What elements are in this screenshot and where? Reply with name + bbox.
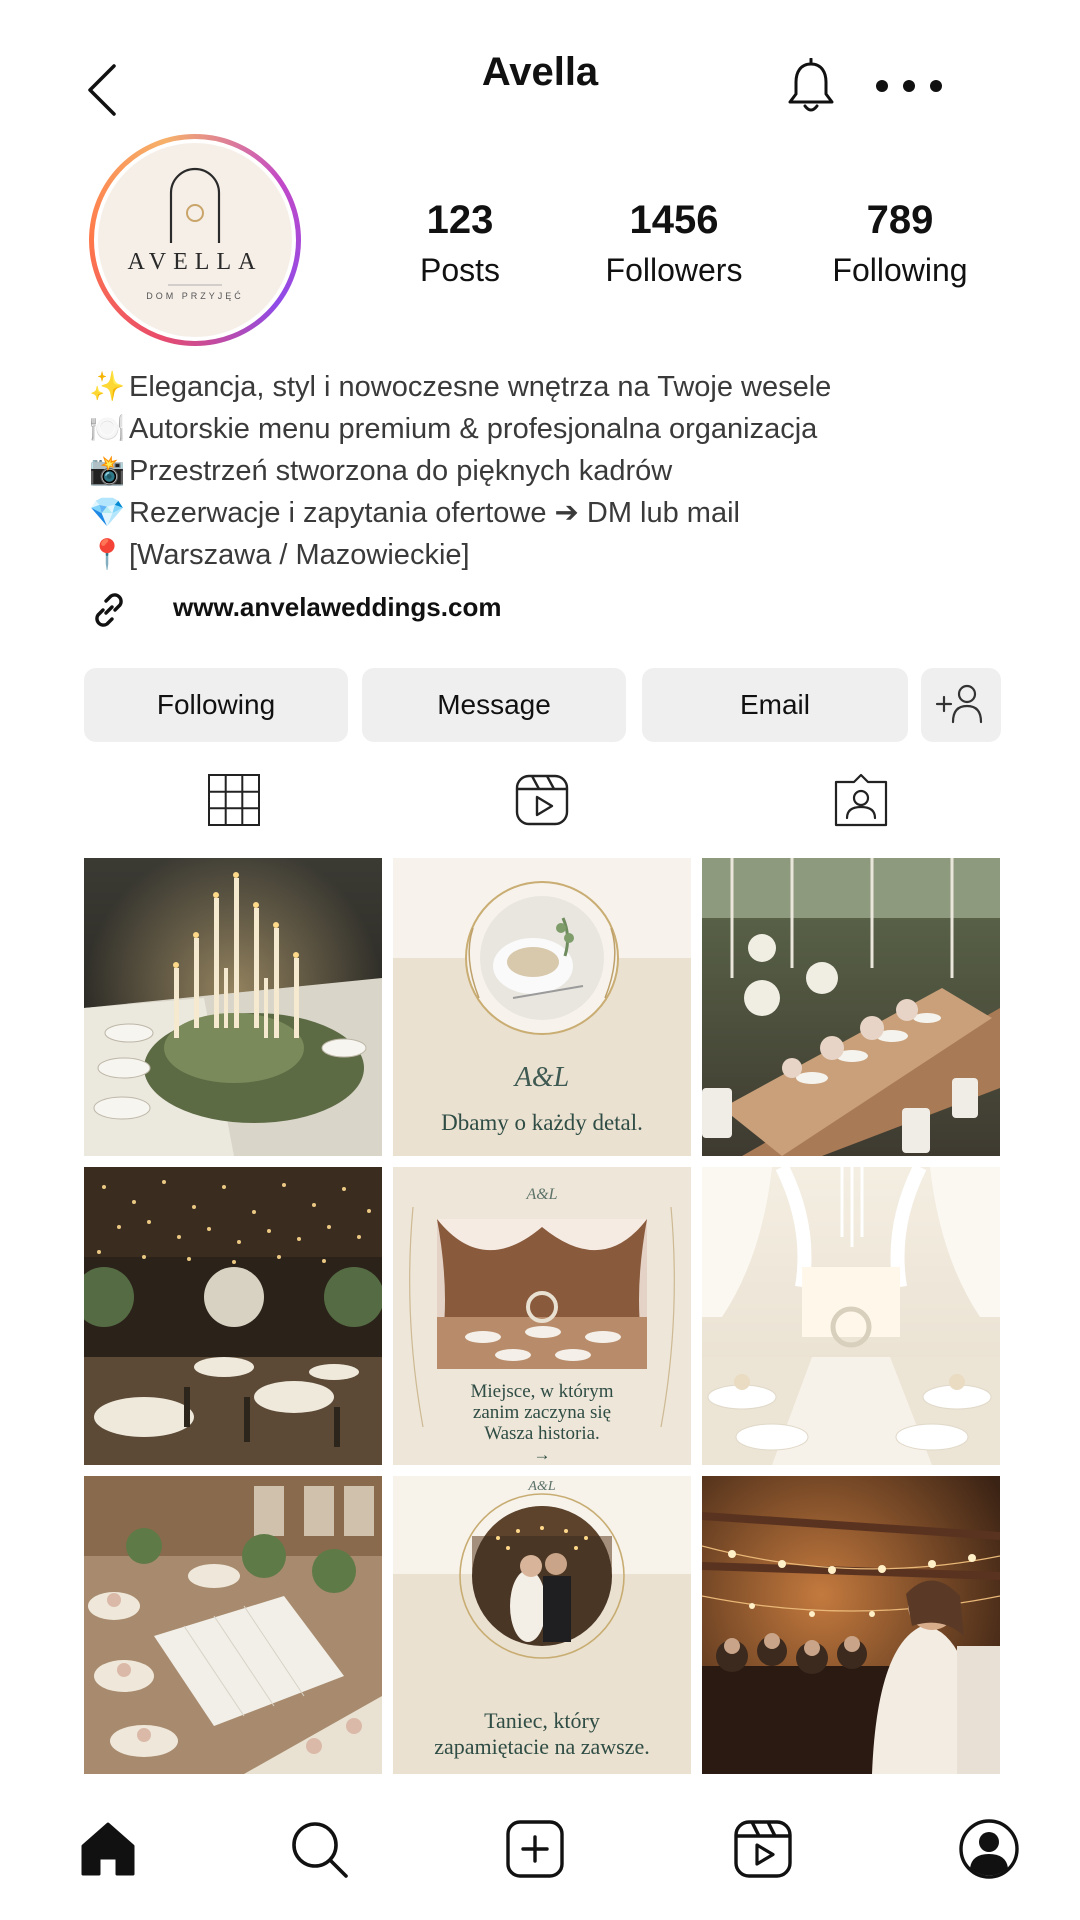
- logo-wordmark: AVELLA: [127, 249, 263, 275]
- posts-count: 123: [426, 198, 494, 242]
- post-tile[interactable]: A&L Taniec, który zapamiętacie na zawsze…: [393, 1476, 691, 1774]
- post-image-garden-tables: [702, 858, 1000, 1156]
- following-button[interactable]: Following: [84, 668, 348, 742]
- search-icon: [292, 1822, 348, 1878]
- bio-text: Autorskie menu premium & profesjonalna o…: [129, 413, 818, 445]
- stat-followers[interactable]: 1456 Followers: [574, 196, 774, 294]
- suggest-users-button[interactable]: [921, 668, 1001, 742]
- bio-line: ✨ Elegancja, styl i nowoczesne wnętrza na…: [89, 366, 1009, 408]
- tab-tagged[interactable]: [831, 770, 891, 830]
- more-options-button[interactable]: [874, 66, 944, 106]
- posts-grid: A&L Dbamy o każdy detal. A&L Miejsce, w …: [84, 858, 1000, 1774]
- bio-line: 💎 Rezerwacje i zapytania ofertowe ➔ DM lu…: [89, 492, 1009, 534]
- post-tile[interactable]: A&L Dbamy o każdy detal.: [393, 858, 691, 1156]
- website-link[interactable]: www.anvelaweddings.com: [89, 588, 789, 632]
- svg-text:A&L: A&L: [527, 1479, 555, 1494]
- pin-icon: 📍: [89, 539, 126, 571]
- bio-line: 🍽️ Autorskie menu premium & profesjonalna…: [89, 408, 1009, 450]
- caption-line: Miejsce, w którym: [470, 1381, 614, 1402]
- sparkles-icon: ✨: [89, 371, 126, 403]
- nav-profile[interactable]: [958, 1818, 1020, 1880]
- nav-search[interactable]: [288, 1818, 350, 1880]
- caption-line: zapamiętacie na zawsze.: [434, 1734, 650, 1759]
- post-tile[interactable]: A&L Miejsce, w którym zanim zaczyna się …: [393, 1167, 691, 1465]
- post-image-white-hall: [702, 1167, 1000, 1465]
- camera-icon: 📸: [89, 455, 126, 487]
- tab-posts[interactable]: [204, 770, 264, 830]
- bio-line: 📸 Przestrzeń stworzona do pięknych kadrów: [89, 450, 1009, 492]
- bio-text: Rezerwacje i zapytania ofertowe ➔ DM lub…: [129, 497, 740, 529]
- top-bar: Avella: [0, 0, 1080, 140]
- reels-icon: [734, 1820, 792, 1878]
- followers-label: Followers: [605, 252, 743, 288]
- following-label: Following: [832, 252, 968, 288]
- stat-posts[interactable]: 123 Posts: [360, 196, 560, 294]
- post-tile[interactable]: [84, 1476, 382, 1774]
- nav-create[interactable]: [504, 1818, 566, 1880]
- message-button[interactable]: Message: [362, 668, 626, 742]
- followers-count: 1456: [629, 198, 719, 242]
- svg-text:A&L: A&L: [513, 1062, 569, 1093]
- link-icon: [95, 593, 123, 627]
- post-tile[interactable]: [702, 858, 1000, 1156]
- add-user-icon: [935, 684, 983, 724]
- nav-reels[interactable]: [732, 1818, 794, 1880]
- svg-text:A&L: A&L: [525, 1186, 557, 1203]
- post-image-fairy-lights-hall: [84, 1167, 382, 1465]
- profile-icon: [959, 1819, 1019, 1879]
- profile-tabs: [0, 770, 1080, 850]
- avatar-logo: AVELLA DOM PRZYJĘĆ: [94, 139, 296, 341]
- posts-label: Posts: [419, 252, 501, 288]
- post-image-aerial-hall: [84, 1476, 382, 1774]
- post-caption: Miejsce, w którym zanim zaczyna się Wasz…: [393, 1381, 691, 1465]
- diamond-icon: 💎: [89, 497, 126, 529]
- post-caption: Taniec, który zapamiętacie na zawsze.: [393, 1708, 691, 1760]
- caption-line: Wasza historia.: [484, 1423, 600, 1444]
- plate-icon: 🍽️: [89, 413, 126, 445]
- create-icon: [506, 1820, 564, 1878]
- email-button[interactable]: Email: [642, 668, 908, 742]
- nav-home[interactable]: [77, 1818, 139, 1880]
- avatar[interactable]: AVELLA DOM PRZYJĘĆ: [89, 134, 301, 346]
- bio-text: [Warszawa / Mazowieckie]: [129, 539, 470, 571]
- caption-line: Taniec, który: [484, 1708, 600, 1733]
- post-tile[interactable]: [84, 858, 382, 1156]
- post-tile[interactable]: [702, 1476, 1000, 1774]
- arrow-right-icon: →: [533, 1445, 551, 1464]
- reels-icon: [515, 774, 569, 826]
- grid-icon: [208, 774, 260, 826]
- bell-icon: [788, 57, 834, 112]
- post-image-barn-party: [702, 1476, 1000, 1774]
- tagged-icon: [834, 773, 888, 827]
- bottom-navigation: [0, 1790, 1080, 1920]
- following-count: 789: [866, 198, 934, 242]
- logo-subtitle: DOM PRZYJĘĆ: [146, 291, 244, 301]
- arch-logo-icon: [168, 167, 222, 286]
- more-horizontal-icon: [876, 80, 942, 92]
- tab-reels[interactable]: [512, 770, 572, 830]
- notifications-button[interactable]: [786, 57, 836, 116]
- post-tile[interactable]: [702, 1167, 1000, 1465]
- profile-actions: Following Message Email: [0, 668, 1080, 742]
- caption-line: zanim zaczyna się: [472, 1402, 612, 1423]
- bio: ✨ Elegancja, styl i nowoczesne wnętrza na…: [89, 366, 1009, 576]
- post-tile[interactable]: [84, 1167, 382, 1465]
- website-url: www.anvelaweddings.com: [173, 592, 502, 622]
- stat-following[interactable]: 789 Following: [800, 196, 1000, 294]
- bio-text: Przestrzeń stworzona do pięknych kadrów: [129, 455, 673, 487]
- bio-line: 📍 [Warszawa / Mazowieckie]: [89, 534, 1009, 576]
- post-image-candles: [84, 858, 382, 1156]
- bio-text: Elegancja, styl i nowoczesne wnętrza na …: [129, 371, 832, 403]
- post-caption: Dbamy o każdy detal.: [441, 1110, 643, 1135]
- home-icon: [81, 1822, 135, 1876]
